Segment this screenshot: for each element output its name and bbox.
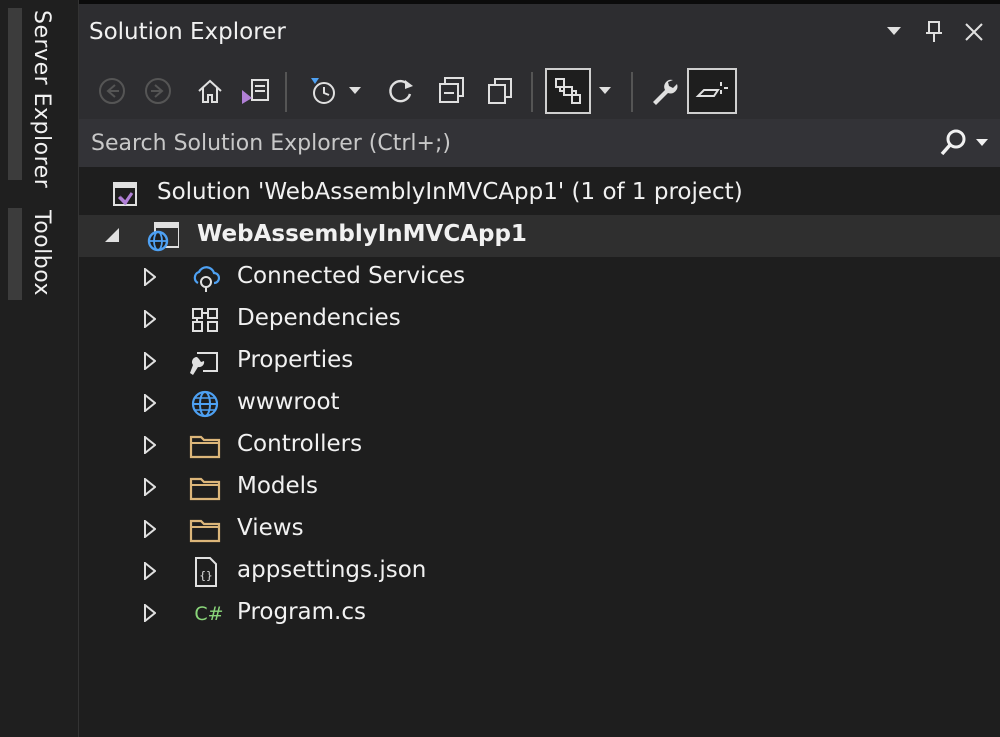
tree-item-label: Program.cs <box>237 599 366 625</box>
expanded-arrow-icon[interactable] <box>103 223 121 247</box>
collapsed-arrow-icon[interactable] <box>141 307 159 331</box>
chevron-down-icon <box>976 139 988 146</box>
back-icon[interactable] <box>93 72 131 110</box>
window-menu-dropdown-icon[interactable] <box>882 18 906 46</box>
collapsed-arrow-icon[interactable] <box>141 517 159 541</box>
collapsed-arrow-icon[interactable] <box>141 475 159 499</box>
solution-explorer-panel: Solution Explorer Search Solution Explor… <box>79 0 1000 737</box>
search-icon <box>940 129 966 156</box>
switch-views-icon[interactable] <box>237 72 275 110</box>
tree-item-label: Controllers <box>237 431 363 457</box>
tree-node-appsettings[interactable]: {} appsettings.json <box>79 551 1000 593</box>
csharp-glyph: C# <box>194 603 224 625</box>
preview-selected-items-icon[interactable] <box>687 68 737 114</box>
folder-icon <box>189 430 221 462</box>
collapsed-arrow-icon[interactable] <box>141 601 159 625</box>
close-icon[interactable] <box>962 18 986 46</box>
toolbar-separator <box>631 72 633 112</box>
tree-node-views[interactable]: Views <box>79 509 1000 551</box>
show-all-files-icon[interactable] <box>481 72 519 110</box>
folder-icon <box>189 514 221 546</box>
collapse-all-icon[interactable] <box>433 72 471 110</box>
tree-item-label: appsettings.json <box>237 557 427 583</box>
json-glyph: {} <box>199 569 212 582</box>
home-icon[interactable] <box>191 72 229 110</box>
web-project-icon <box>147 220 179 252</box>
collapsed-arrow-icon[interactable] <box>141 433 159 457</box>
server-explorer-tab-indicator <box>8 8 22 180</box>
tree-node-connected-services[interactable]: Connected Services <box>79 257 1000 299</box>
forward-icon[interactable] <box>139 72 177 110</box>
tree-item-label: Dependencies <box>237 305 401 331</box>
panel-titlebar: Solution Explorer <box>79 0 1000 64</box>
sync-icon[interactable] <box>381 72 419 110</box>
tree-item-label: Views <box>237 515 304 541</box>
title-controls <box>882 18 986 46</box>
tree-node-wwwroot[interactable]: wwwroot <box>79 383 1000 425</box>
search-bar[interactable]: Search Solution Explorer (Ctrl+;) <box>79 119 1000 167</box>
tree-item-label: Models <box>237 473 319 499</box>
toolbox-tab-indicator <box>8 208 22 300</box>
collapsed-arrow-icon[interactable] <box>141 349 159 373</box>
properties-wrench-icon <box>189 346 221 378</box>
pending-changes-filter-icon[interactable] <box>305 72 343 110</box>
tree-item-label: Connected Services <box>237 263 466 289</box>
collapsed-arrow-icon[interactable] <box>141 559 159 583</box>
wrench-properties-icon[interactable] <box>645 72 683 110</box>
tree-node-solution[interactable]: Solution 'WebAssemblyInMVCApp1' (1 of 1 … <box>79 173 1000 215</box>
connected-services-icon <box>189 262 221 294</box>
filter-dropdown-icon[interactable] <box>345 72 365 110</box>
tree-item-label: wwwroot <box>237 389 340 415</box>
csharp-file-icon: C# <box>189 598 229 630</box>
json-file-icon: {} <box>189 556 221 588</box>
solution-icon <box>109 178 141 210</box>
toolbox-tab[interactable]: Toolbox <box>29 210 54 296</box>
view-dropdown-icon[interactable] <box>595 72 615 110</box>
server-explorer-tab[interactable]: Server Explorer <box>29 10 54 188</box>
tree-item-label: Properties <box>237 347 354 373</box>
tree-node-models[interactable]: Models <box>79 467 1000 509</box>
toolbar-separator <box>531 72 533 112</box>
tree-node-dependencies[interactable]: Dependencies <box>79 299 1000 341</box>
toolbar <box>79 64 1000 119</box>
search-input[interactable]: Search Solution Explorer (Ctrl+;) <box>91 131 451 156</box>
tree-node-properties[interactable]: Properties <box>79 341 1000 383</box>
collapsed-arrow-icon[interactable] <box>141 265 159 289</box>
dependencies-icon <box>189 304 221 336</box>
properties-tree-icon[interactable] <box>545 68 591 114</box>
globe-icon <box>189 388 221 420</box>
collapsed-arrow-icon[interactable] <box>141 391 159 415</box>
search-options-button[interactable] <box>928 127 988 159</box>
toolbar-separator <box>285 72 287 112</box>
panel-title: Solution Explorer <box>89 19 286 45</box>
tree-node-project[interactable]: WebAssemblyInMVCApp1 <box>79 215 1000 257</box>
folder-icon <box>189 472 221 504</box>
tree-node-program[interactable]: C# Program.cs <box>79 593 1000 635</box>
side-tab-strip: Server Explorer Toolbox <box>0 0 79 737</box>
project-label: WebAssemblyInMVCApp1 <box>197 221 527 247</box>
pin-icon[interactable] <box>922 18 946 46</box>
tree-node-controllers[interactable]: Controllers <box>79 425 1000 467</box>
solution-label: Solution 'WebAssemblyInMVCApp1' (1 of 1 … <box>157 179 743 205</box>
